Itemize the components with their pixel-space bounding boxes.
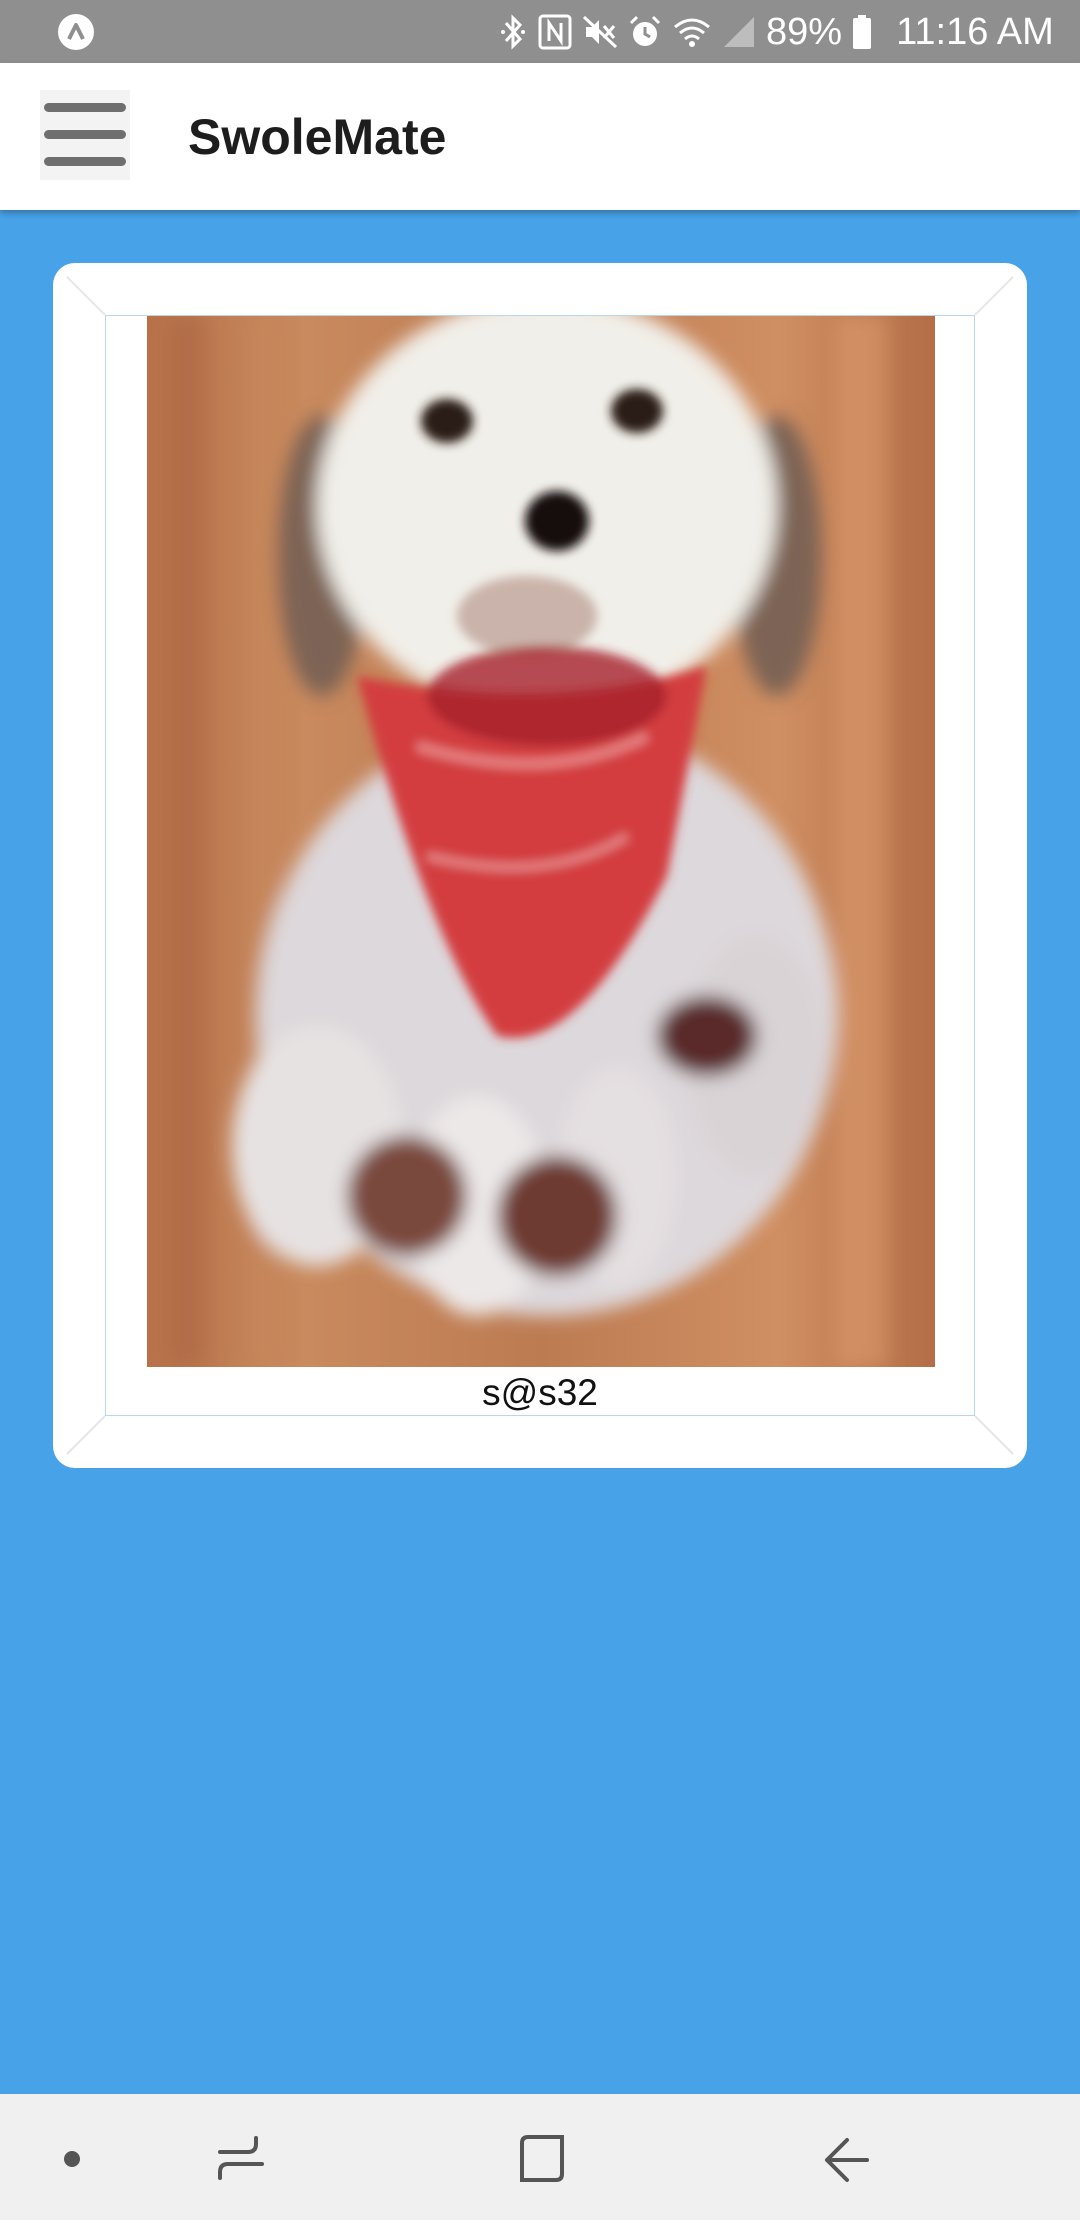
signal-icon: [724, 17, 754, 47]
app-notification-icon: [58, 14, 94, 50]
status-icons: 89% 11:16 AM: [498, 12, 1054, 52]
profile-card[interactable]: s@s32: [53, 263, 1027, 1468]
back-icon: [825, 2138, 869, 2182]
profile-username: s@s32: [482, 1372, 598, 1413]
battery-icon: [853, 15, 872, 49]
mute-icon: [582, 15, 618, 49]
hamburger-menu-button[interactable]: [40, 90, 130, 180]
profile-card-content: s@s32: [105, 315, 975, 1416]
app-title: SwoleMate: [188, 109, 447, 165]
status-time: 11:16 AM: [896, 11, 1054, 53]
dot-icon: [64, 2151, 80, 2167]
back-button[interactable]: [811, 2124, 881, 2194]
battery-percent: 89%: [766, 11, 843, 53]
alarm-icon: [629, 15, 661, 46]
system-nav-bar: [0, 2094, 1080, 2220]
home-icon: [520, 2135, 564, 2182]
wifi-icon: [674, 18, 710, 47]
recent-apps-icon: [218, 2136, 264, 2180]
bluetooth-icon: [501, 14, 525, 50]
nfc-icon: [538, 14, 572, 50]
recent-apps-button[interactable]: [206, 2124, 276, 2194]
nav-dot-button[interactable]: [37, 2124, 107, 2194]
status-bar: 89% 11:16 AM: [0, 0, 1080, 63]
app-bar: SwoleMate: [0, 63, 1080, 210]
home-button[interactable]: [508, 2124, 578, 2194]
profile-photo[interactable]: [147, 316, 935, 1367]
